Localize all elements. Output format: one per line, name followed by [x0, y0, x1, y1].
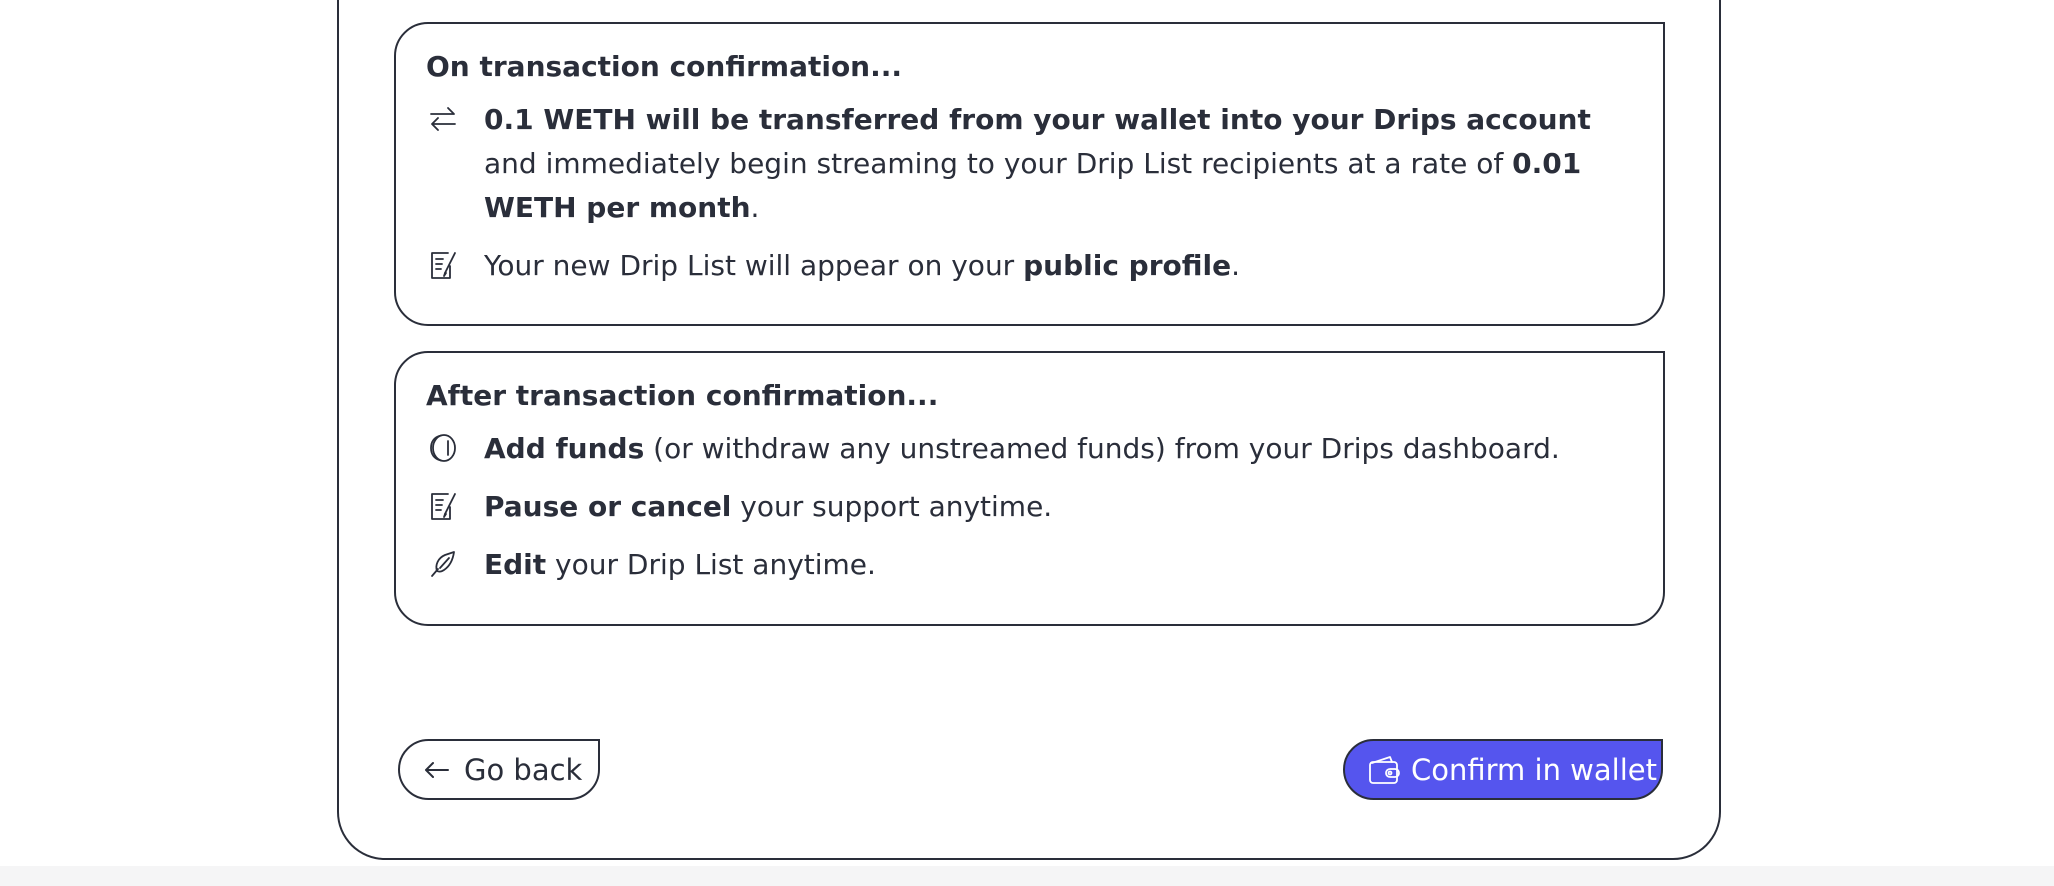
list-item-text: Add funds (or withdraw any unstreamed fu…: [484, 427, 1560, 471]
wallet-icon: [1365, 751, 1403, 789]
list-item-text: 0.1 WETH will be transferred from your w…: [484, 98, 1635, 230]
go-back-label: Go back: [464, 752, 583, 787]
list-item: Your new Drip List will appear on your p…: [426, 244, 1635, 288]
add-funds-text: Add funds: [484, 432, 645, 465]
coin-icon: [426, 431, 460, 465]
list-item: 0.1 WETH will be transferred from your w…: [426, 98, 1635, 230]
add-funds-description-text: (or withdraw any unstreamed funds) from …: [644, 432, 1560, 465]
pause-cancel-description-text: your support anytime.: [731, 490, 1053, 523]
transfer-arrows-icon: [426, 102, 460, 136]
arrow-left-icon: [420, 753, 454, 787]
confirm-in-wallet-label: Confirm in wallet: [1411, 752, 1657, 787]
list-item: Add funds (or withdraw any unstreamed fu…: [426, 427, 1635, 471]
after-confirmation-box: After transaction confirmation... Add fu…: [394, 351, 1665, 626]
pen-icon: [426, 547, 460, 581]
pause-cancel-text: Pause or cancel: [484, 490, 732, 523]
list-item: Edit your Drip List anytime.: [426, 543, 1635, 587]
punctuation: .: [1231, 249, 1241, 282]
list-item-text: Edit your Drip List anytime.: [484, 543, 876, 587]
list-item-text: Your new Drip List will appear on your p…: [484, 244, 1240, 288]
page-footer-strip: [0, 866, 2054, 886]
edit-description-text: your Drip List anytime.: [546, 548, 876, 581]
edit-text: Edit: [484, 548, 547, 581]
drip-list-icon: [426, 248, 460, 282]
transfer-description-text: and immediately begin streaming to your …: [484, 147, 1513, 180]
on-confirmation-title: On transaction confirmation...: [426, 50, 903, 83]
public-profile-text: public profile: [1023, 249, 1232, 282]
punctuation: .: [750, 191, 760, 224]
list-item: Pause or cancel your support anytime.: [426, 485, 1635, 529]
after-confirmation-title: After transaction confirmation...: [426, 379, 939, 412]
transfer-amount-text: 0.1 WETH will be transferred from your w…: [484, 103, 1591, 136]
drip-list-icon: [426, 489, 460, 523]
profile-description-text: Your new Drip List will appear on your: [484, 249, 1024, 282]
go-back-button[interactable]: Go back: [398, 739, 600, 800]
page: On transaction confirmation... 0.1 WETH …: [0, 0, 2054, 886]
list-item-text: Pause or cancel your support anytime.: [484, 485, 1052, 529]
on-confirmation-box: On transaction confirmation... 0.1 WETH …: [394, 22, 1665, 326]
confirm-in-wallet-button[interactable]: Confirm in wallet: [1343, 739, 1663, 800]
